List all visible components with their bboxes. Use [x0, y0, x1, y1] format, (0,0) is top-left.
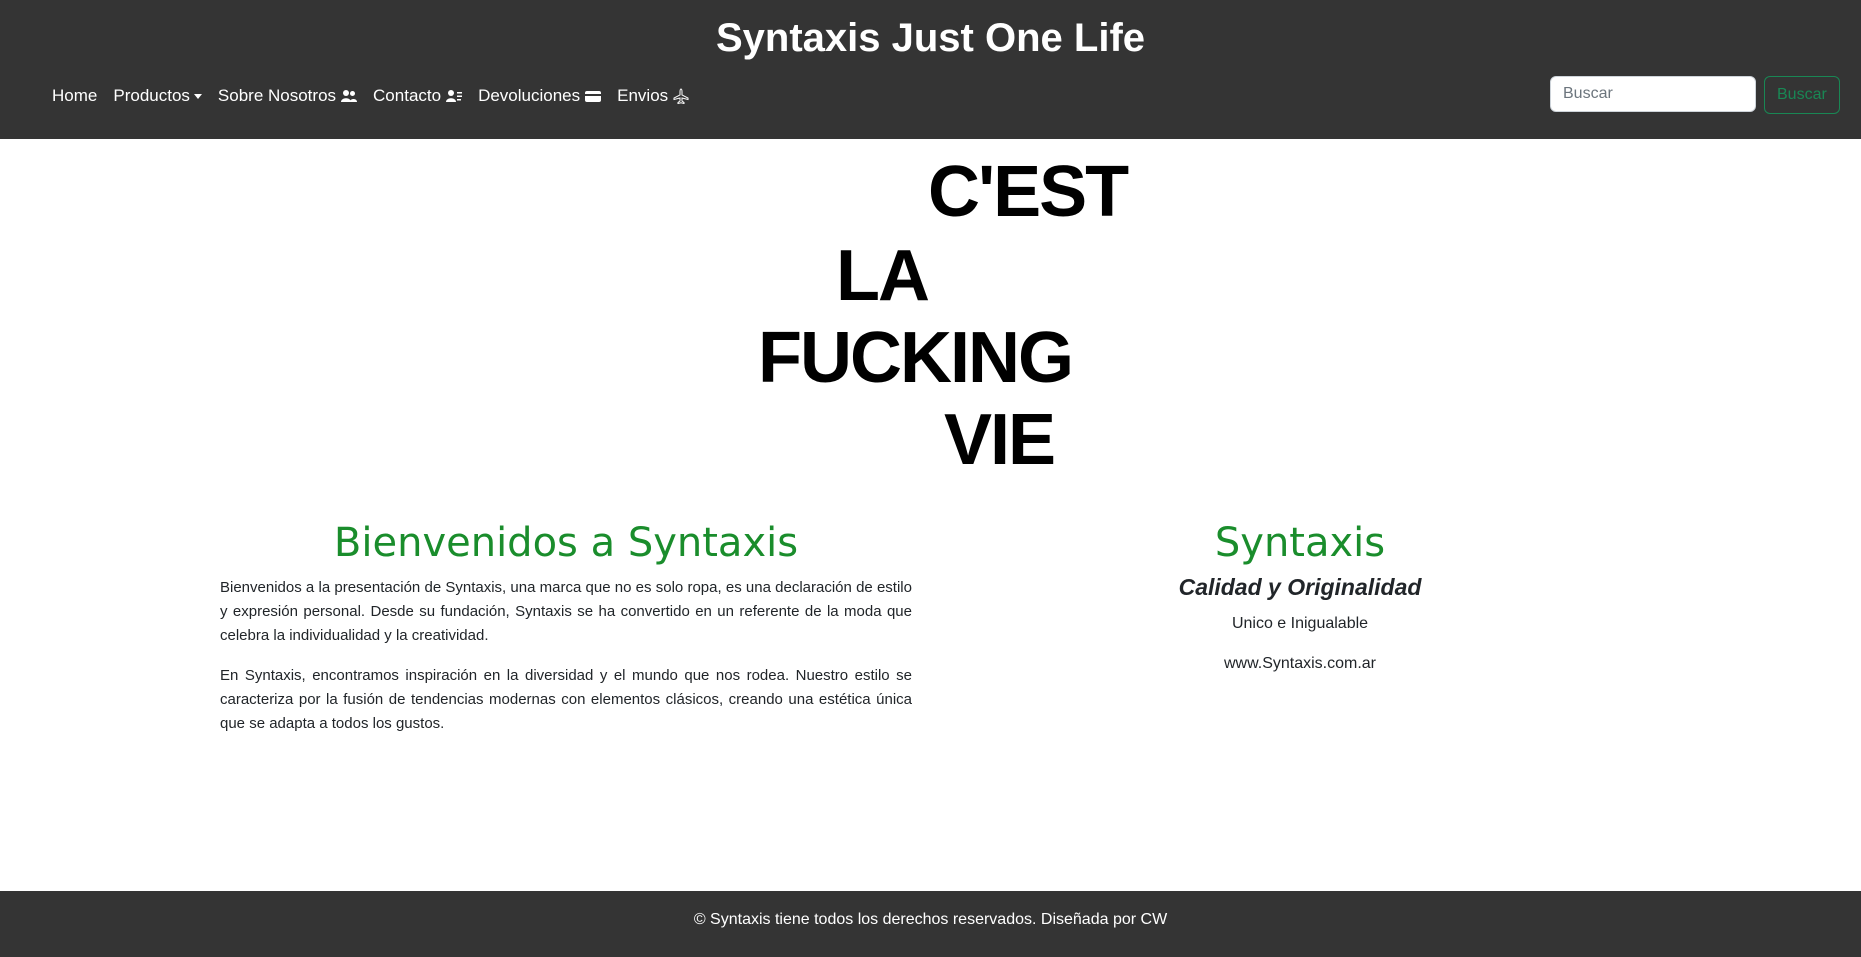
people-icon [341, 89, 358, 103]
nav-contacto[interactable]: Contacto [373, 84, 463, 108]
caret-down-icon [193, 93, 202, 99]
airplane-icon [673, 88, 689, 104]
hero-line-3: FUCKING [758, 318, 1074, 398]
brand-tagline: Unico e Inigualable [1231, 615, 1369, 632]
search-form: Buscar [1550, 76, 1840, 114]
site-footer: © Syntaxis tiene todos los derechos rese… [0, 891, 1861, 957]
search-input[interactable] [1550, 76, 1756, 112]
welcome-paragraph-2: En Syntaxis, encontramos inspiración en … [220, 667, 912, 732]
nav-contacto-label: Contacto [373, 86, 442, 105]
footer-text: © Syntaxis tiene todos los derechos rese… [693, 911, 1168, 928]
main-nav: Home Productos Sobre Nosotros Contacto D… [52, 84, 689, 108]
hero-line-4: VIE [944, 400, 1056, 480]
welcome-title: Bienvenidos a Syntaxis [333, 520, 799, 566]
brand-title: Syntaxis [1214, 520, 1386, 566]
nav-productos-label: Productos [113, 86, 190, 105]
site-header: Syntaxis Just One Life Home Productos So… [0, 0, 1861, 139]
nav-home-label: Home [52, 86, 98, 105]
person-lines-icon [446, 89, 463, 103]
nav-productos-dropdown[interactable]: Productos [113, 84, 202, 108]
nav-devoluciones-label: Devoluciones [478, 86, 581, 105]
search-button[interactable]: Buscar [1764, 76, 1840, 114]
hero-line-1: C'EST [928, 152, 1129, 232]
nav-home[interactable]: Home [52, 84, 97, 108]
site-title: Syntaxis Just One Life [715, 16, 1146, 60]
nav-sobre-nosotros[interactable]: Sobre Nosotros [217, 84, 358, 108]
nav-sobre-nosotros-label: Sobre Nosotros [217, 86, 337, 105]
brand-website: www.Syntaxis.com.ar [1223, 655, 1377, 672]
card-icon [585, 90, 602, 103]
brand-section: Syntaxis Calidad y Originalidad Unico e … [1100, 518, 1500, 692]
brand-subtitle: Calidad y Originalidad [1178, 574, 1422, 600]
welcome-paragraph-1: Bienvenidos a la presentación de Syntaxi… [220, 579, 912, 644]
nav-envios-label: Envios [617, 86, 669, 105]
nav-envios[interactable]: Envios [617, 84, 689, 108]
welcome-section: Bienvenidos a Syntaxis Bienvenidos a la … [220, 518, 912, 752]
nav-devoluciones[interactable]: Devoluciones [478, 84, 602, 108]
hero-line-2: LA [836, 236, 930, 316]
